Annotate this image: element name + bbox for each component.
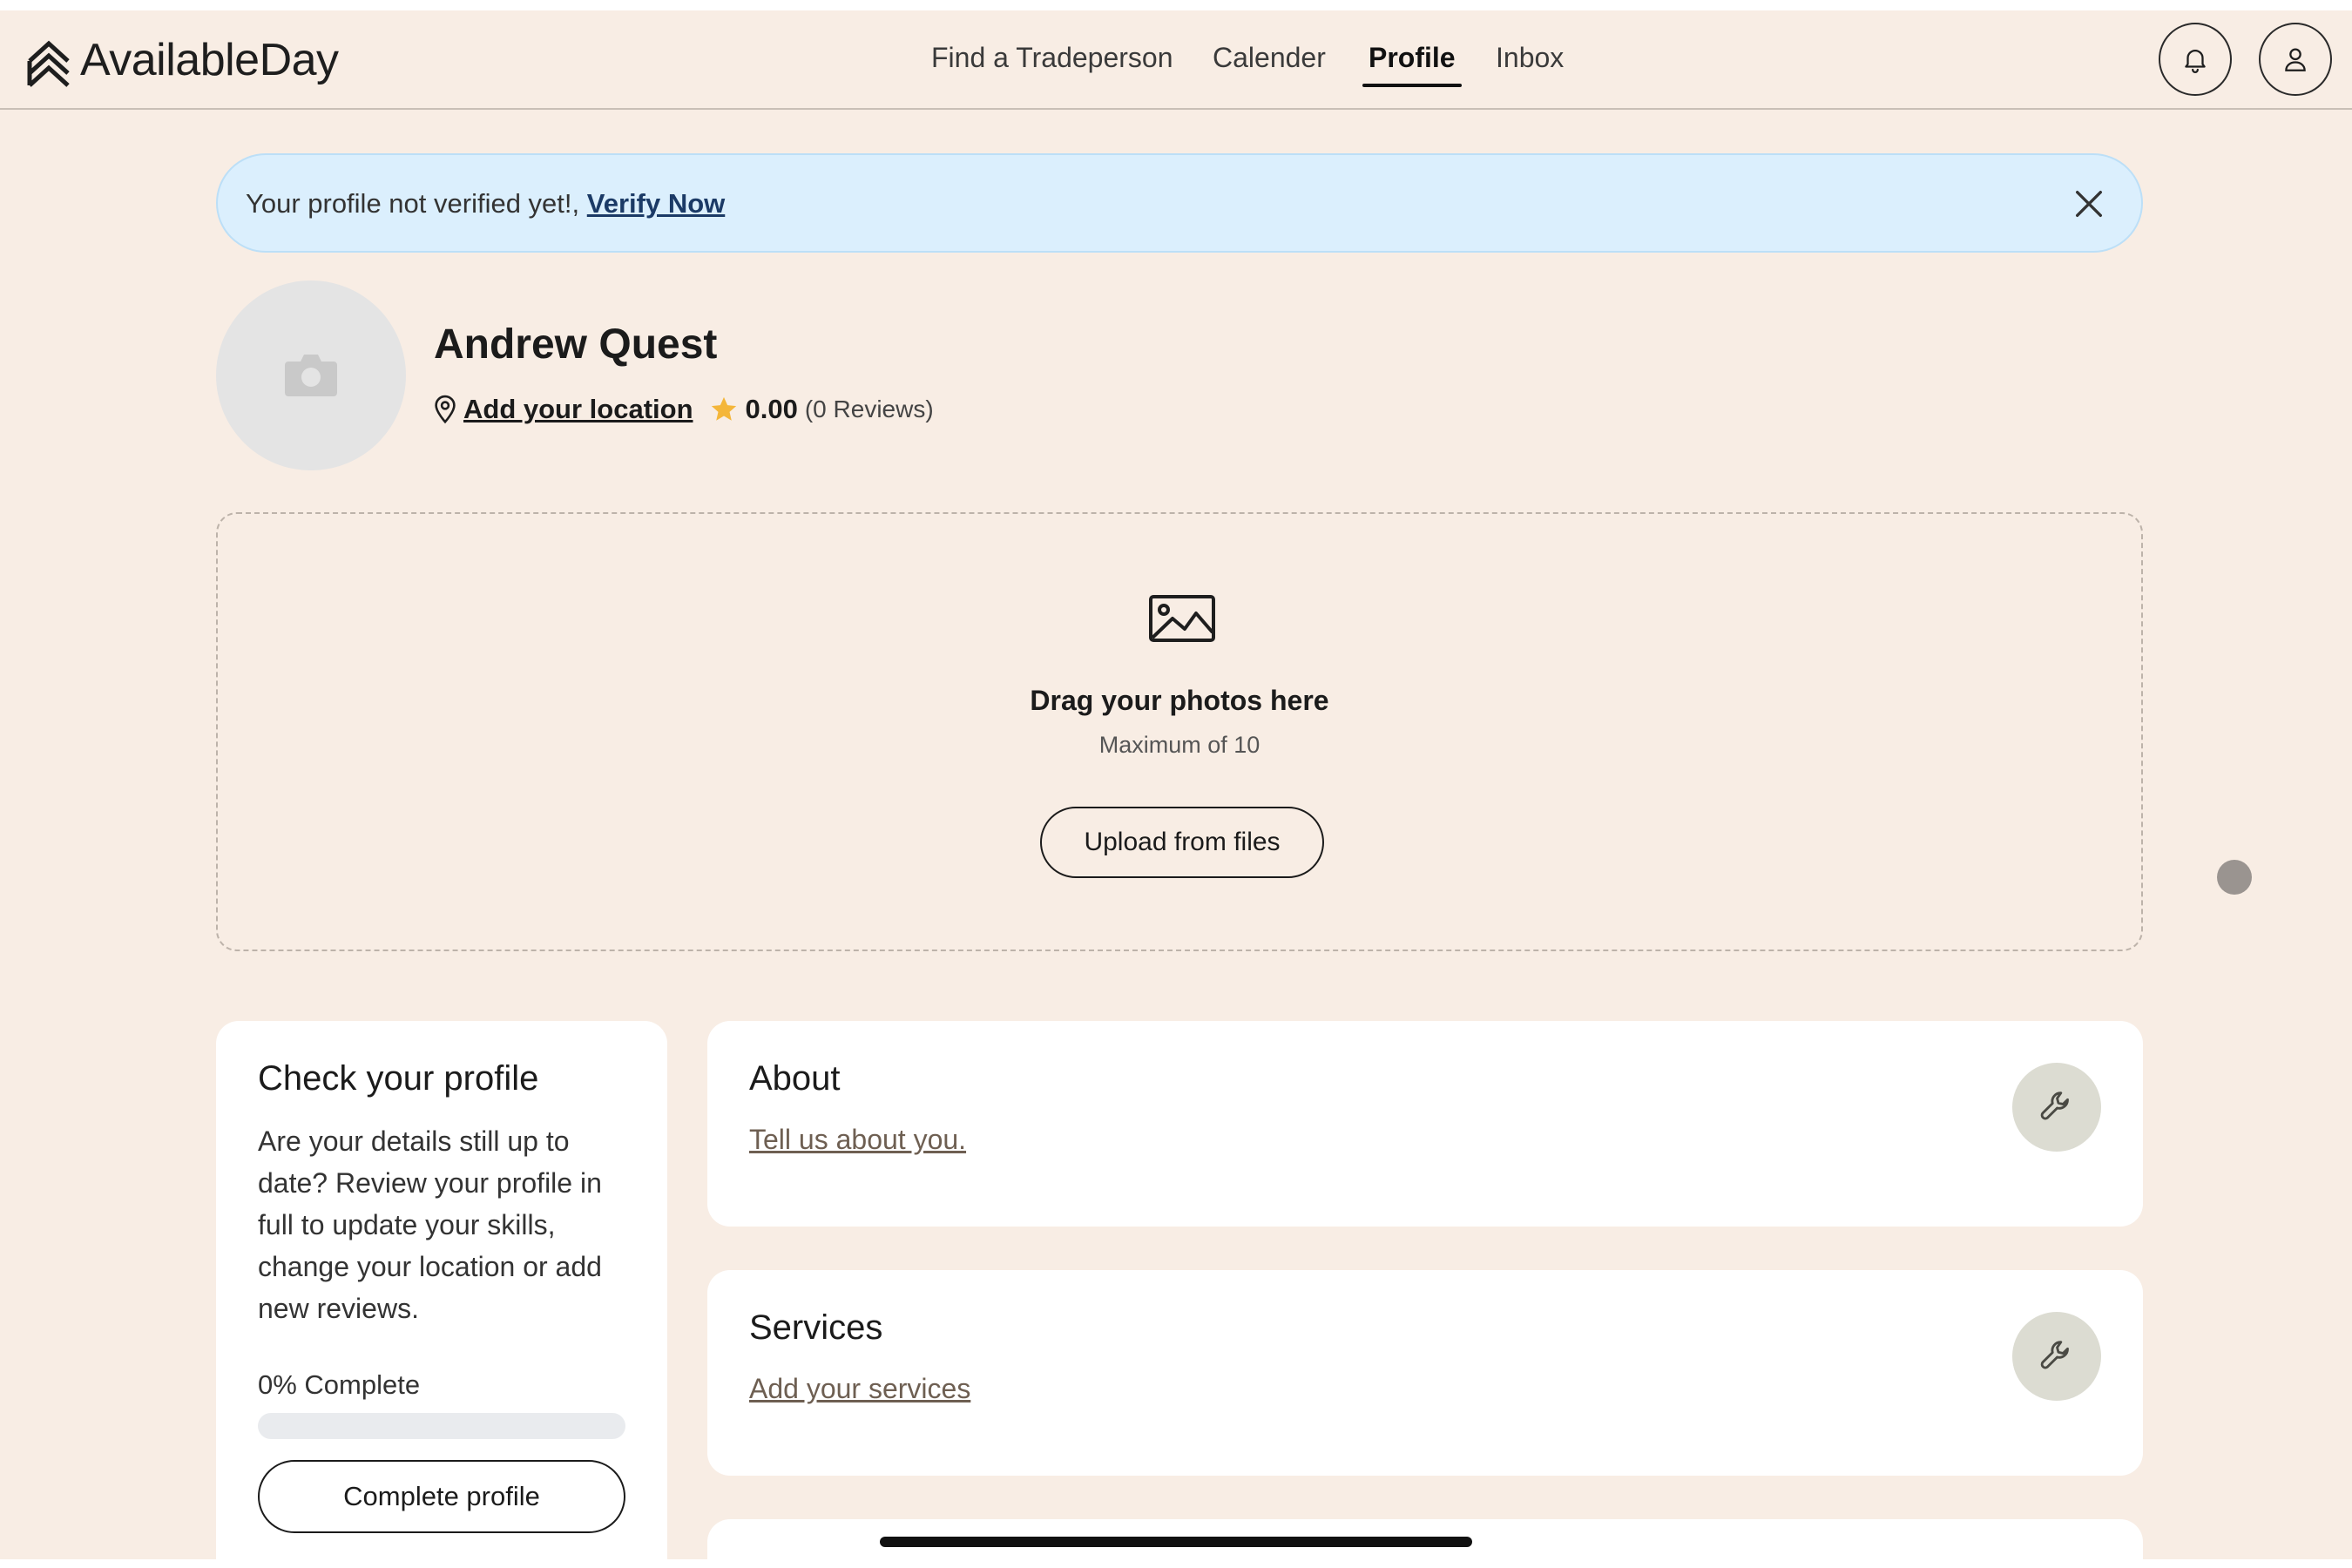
about-card: About Tell us about you. xyxy=(707,1021,2143,1227)
edit-services-button[interactable] xyxy=(2012,1312,2101,1401)
user-icon xyxy=(2285,48,2306,71)
about-title: About xyxy=(749,1059,841,1098)
verification-banner: Your profile not verified yet!, Verify N… xyxy=(216,153,2143,253)
wrench-icon xyxy=(2040,1092,2069,1120)
avatar-upload[interactable] xyxy=(216,280,406,470)
check-profile-card: Check your profile Are your details stil… xyxy=(216,1021,667,1559)
bottom-edge xyxy=(0,1559,2352,1568)
banner-text: Your profile not verified yet!, xyxy=(246,188,580,219)
star-icon xyxy=(711,396,736,421)
complete-profile-button[interactable]: Complete profile xyxy=(258,1460,625,1533)
account-button[interactable] xyxy=(2259,23,2332,96)
photo-dropzone[interactable]: Drag your photos here Maximum of 10 Uplo… xyxy=(216,512,2143,951)
verify-now-link[interactable]: Verify Now xyxy=(587,188,726,219)
bell-icon xyxy=(2185,50,2206,73)
dropzone-title: Drag your photos here xyxy=(1030,685,1329,716)
banner-message: Your profile not verified yet!, Verify N… xyxy=(246,188,725,220)
check-profile-title: Check your profile xyxy=(258,1059,539,1098)
close-icon[interactable] xyxy=(2072,186,2106,221)
nav-find-tradeperson[interactable]: Find a Tradeperson xyxy=(931,42,1173,74)
profile-meta: Add your location 0.00 (0 Reviews) xyxy=(434,390,934,429)
top-header: AvailableDay Find a Tradeperson Calender… xyxy=(0,10,2352,110)
app-screen: AvailableDay Find a Tradeperson Calender… xyxy=(0,10,2352,1559)
add-services-link[interactable]: Add your services xyxy=(749,1373,970,1405)
services-card: Services Add your services xyxy=(707,1270,2143,1476)
nav-inbox[interactable]: Inbox xyxy=(1496,42,1564,74)
progress-bar xyxy=(258,1413,625,1439)
review-count: (0 Reviews) xyxy=(804,395,934,422)
active-tab-indicator xyxy=(1362,84,1462,87)
profile-name: Andrew Quest xyxy=(434,321,718,368)
dropzone-subtitle: Maximum of 10 xyxy=(1098,732,1260,758)
upload-from-files-button[interactable]: Upload from files xyxy=(1040,807,1324,878)
location-pin-icon xyxy=(435,395,456,424)
nav-calender[interactable]: Calender xyxy=(1213,42,1326,74)
edit-about-button[interactable] xyxy=(2012,1063,2101,1152)
progress-label: 0% Complete xyxy=(258,1369,421,1400)
home-indicator[interactable] xyxy=(880,1537,1472,1547)
check-profile-description: Are your details still up to date? Revie… xyxy=(258,1125,602,1324)
nav-profile[interactable]: Profile xyxy=(1369,42,1456,74)
camera-icon xyxy=(285,355,337,396)
notifications-button[interactable] xyxy=(2159,23,2232,96)
image-icon xyxy=(1149,595,1215,642)
tell-us-about-you-link[interactable]: Tell us about you. xyxy=(749,1124,966,1156)
services-title: Services xyxy=(749,1308,883,1347)
add-location-link[interactable]: Add your location xyxy=(463,394,693,425)
rating-value: 0.00 xyxy=(745,394,798,424)
floating-assistive-dot[interactable] xyxy=(2217,860,2252,895)
main-nav: Find a Tradeperson Calender Profile Inbo… xyxy=(0,10,2352,110)
wrench-icon xyxy=(2040,1341,2069,1369)
